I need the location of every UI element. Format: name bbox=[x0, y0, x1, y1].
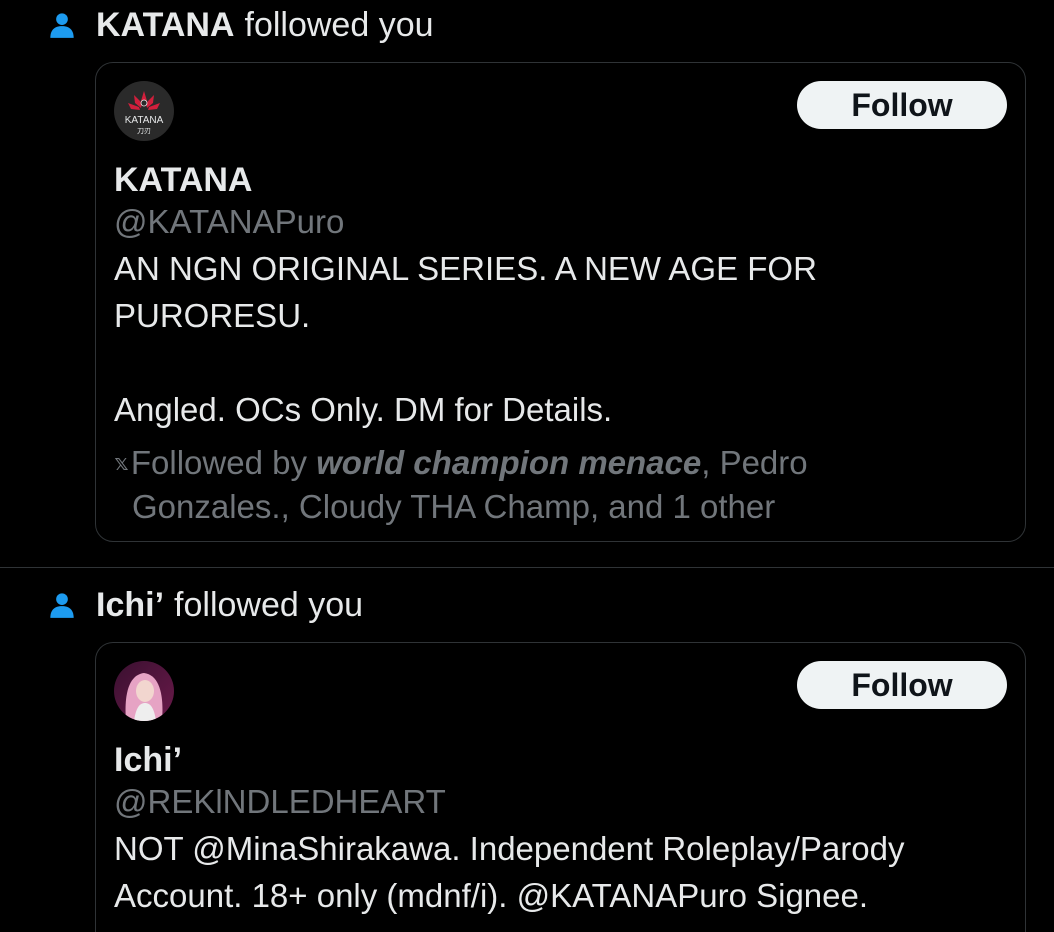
user-card[interactable]: Follow Ichi’ @REKlNDLEDHEART NOT @MinaSh… bbox=[95, 642, 1026, 932]
followed-by-prefix: Followed by bbox=[130, 444, 317, 481]
notification-header: KATANA followed you bbox=[48, 0, 434, 50]
bio-line: NOT @MinaShirakawa. Independent Roleplay… bbox=[114, 830, 905, 867]
user-bio: AN NGN ORIGINAL SERIES. A NEW AGE FOR PU… bbox=[114, 245, 994, 433]
followed-by-rest: , Pedro bbox=[701, 444, 808, 481]
user-handle[interactable]: @KATANAPuro bbox=[114, 203, 344, 241]
katana-logo-icon: KATANA 刀刃 bbox=[114, 81, 174, 141]
notification-action-text: followed you bbox=[244, 5, 434, 44]
mutual-follower-name[interactable]: world champion menace bbox=[316, 444, 701, 481]
notification-follow-katana[interactable]: KATANA followed you KATANA 刀刃 Follow KAT… bbox=[0, 0, 1054, 568]
profile-photo-icon bbox=[114, 661, 174, 721]
user-handle[interactable]: @REKlNDLEDHEART bbox=[114, 783, 446, 821]
bio-line: AN NGN ORIGINAL SERIES. A NEW AGE FOR bbox=[114, 250, 817, 287]
notification-header: Ichi’ followed you bbox=[48, 580, 363, 630]
user-card[interactable]: KATANA 刀刃 Follow KATANA @KATANAPuro AN N… bbox=[95, 62, 1026, 542]
follower-name[interactable]: Ichi’ bbox=[96, 586, 164, 625]
avatar[interactable] bbox=[114, 661, 174, 721]
follow-button[interactable]: Follow bbox=[797, 81, 1007, 129]
svg-text:KATANA: KATANA bbox=[125, 115, 164, 126]
person-icon bbox=[50, 593, 74, 618]
follow-button[interactable]: Follow bbox=[797, 661, 1007, 709]
bio-line: Account. 18+ only (mdnf/i). @KATANAPuro … bbox=[114, 877, 869, 914]
avatar[interactable]: KATANA 刀刃 bbox=[114, 81, 174, 141]
notification-follow-ichi[interactable]: Ichi’ followed you Follow Ichi’ @REKlNDL… bbox=[0, 568, 1054, 932]
followed-by-rest-line: Gonzales., Cloudy THA Champ, and 1 other bbox=[132, 488, 776, 525]
x-logo-icon: 𝕩 bbox=[114, 450, 129, 475]
follower-name[interactable]: KATANA bbox=[96, 6, 235, 45]
notification-action-text: followed you bbox=[174, 585, 364, 624]
bio-line: Angled. OCs Only. DM for Details. bbox=[114, 391, 613, 428]
bio-line: PURORESU. bbox=[114, 297, 311, 334]
person-icon bbox=[50, 13, 74, 38]
user-bio: NOT @MinaShirakawa. Independent Roleplay… bbox=[114, 825, 994, 919]
followed-by-context[interactable]: 𝕩Followed by world champion menace, Pedr… bbox=[114, 441, 994, 529]
svg-text:刀刃: 刀刃 bbox=[137, 127, 151, 135]
display-name[interactable]: Ichi’ bbox=[114, 741, 182, 780]
display-name[interactable]: KATANA bbox=[114, 161, 253, 200]
